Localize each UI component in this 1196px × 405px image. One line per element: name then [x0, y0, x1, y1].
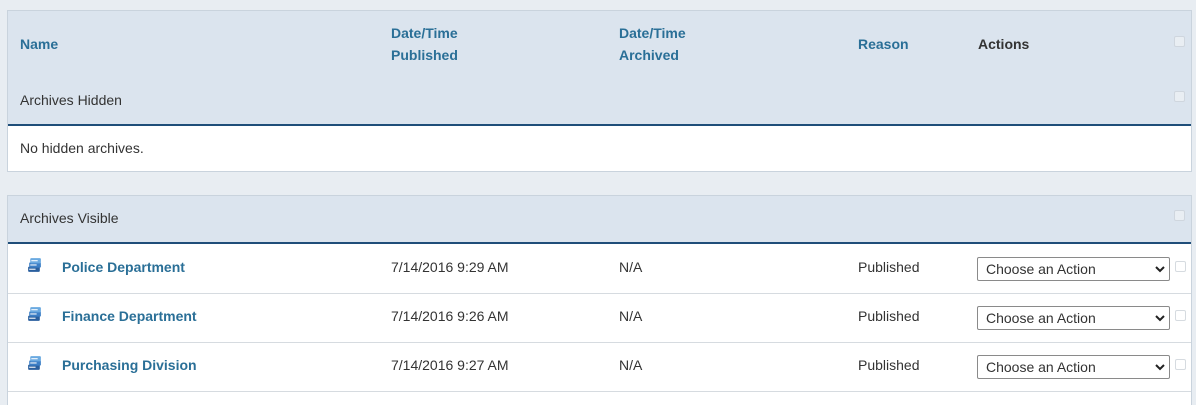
column-header-archived[interactable]: Date/Time Archived	[619, 22, 686, 66]
column-header-archived-line1: Date/Time	[619, 25, 686, 41]
archived-datetime: N/A	[619, 357, 643, 373]
reason-text: Published	[858, 259, 920, 275]
archives-visible-select-checkbox[interactable]	[1174, 210, 1185, 221]
column-header-published[interactable]: Date/Time Published	[391, 22, 458, 66]
reason-text: Published	[858, 357, 920, 373]
action-select[interactable]: Choose an Action	[977, 355, 1170, 379]
chevron-down-icon	[1155, 364, 1165, 371]
column-header-reason[interactable]: Reason	[858, 33, 909, 55]
table-row: Purchasing Division 7/14/2016 9:27 AM N/…	[8, 342, 1191, 392]
archives-hidden-panel: Name Date/Time Published Date/Time Archi…	[7, 10, 1192, 172]
table-row: Finance Department 7/14/2016 9:26 AM N/A…	[8, 293, 1191, 343]
action-select[interactable]: Choose an Action	[977, 257, 1170, 281]
column-header-name[interactable]: Name	[20, 33, 58, 55]
action-select-value: Choose an Action	[986, 310, 1096, 326]
archive-name-link[interactable]: Police Department	[62, 259, 185, 275]
archives-visible-header: Archives Visible	[8, 196, 1191, 244]
archived-datetime: N/A	[619, 308, 643, 324]
table-row: Police Department 7/14/2016 9:29 AM N/A …	[8, 244, 1191, 294]
archived-datetime: N/A	[619, 259, 643, 275]
archives-hidden-title: Archives Hidden	[20, 92, 122, 108]
action-select-value: Choose an Action	[986, 261, 1096, 277]
reason-text: Published	[858, 308, 920, 324]
chevron-down-icon	[1155, 315, 1165, 322]
archives-hidden-header: Archives Hidden	[8, 78, 1191, 126]
chevron-down-icon	[1155, 266, 1165, 273]
action-select-value: Choose an Action	[986, 359, 1096, 375]
published-datetime: 7/14/2016 9:29 AM	[391, 259, 509, 275]
published-datetime: 7/14/2016 9:27 AM	[391, 357, 509, 373]
row-select-checkbox[interactable]	[1175, 310, 1186, 321]
empty-hidden-message: No hidden archives.	[20, 140, 144, 156]
column-header-actions: Actions	[978, 36, 1030, 52]
archive-icon	[28, 356, 41, 370]
column-header-published-line1: Date/Time	[391, 25, 458, 41]
column-header-row: Name Date/Time Published Date/Time Archi…	[8, 11, 1191, 78]
row-select-checkbox[interactable]	[1175, 261, 1186, 272]
archives-visible-title: Archives Visible	[20, 210, 119, 226]
archives-visible-panel: Archives Visible Police Department 7/14/…	[7, 195, 1192, 405]
column-header-published-line2: Published	[391, 47, 458, 63]
archives-hidden-select-checkbox[interactable]	[1174, 91, 1185, 102]
archive-name-link[interactable]: Finance Department	[62, 308, 197, 324]
select-all-checkbox[interactable]	[1174, 36, 1185, 47]
action-select[interactable]: Choose an Action	[977, 306, 1170, 330]
row-select-checkbox[interactable]	[1175, 359, 1186, 370]
archive-name-link[interactable]: Purchasing Division	[62, 357, 197, 373]
archive-icon	[28, 307, 41, 321]
published-datetime: 7/14/2016 9:26 AM	[391, 308, 509, 324]
column-header-archived-line2: Archived	[619, 47, 679, 63]
archive-icon	[28, 258, 41, 272]
